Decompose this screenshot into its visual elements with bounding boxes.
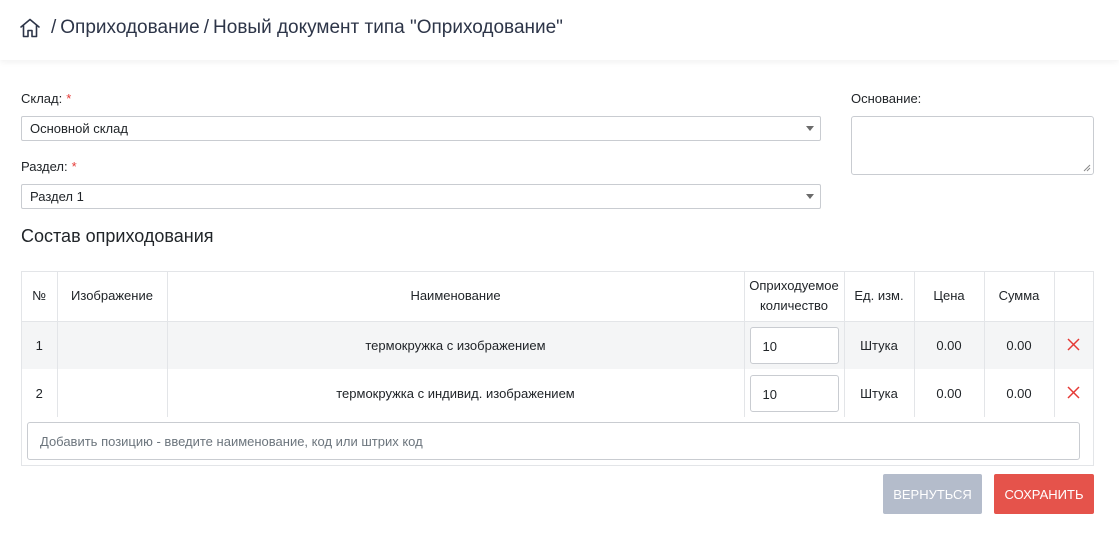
row-sum: 0.00	[984, 321, 1055, 369]
col-sum: Сумма	[984, 272, 1055, 322]
row-name: термокружка с изображением	[167, 321, 745, 369]
section-select[interactable]: Раздел 1	[21, 184, 821, 209]
table-row: 1 термокружка с изображением 10 Штука 0.…	[22, 321, 1093, 369]
row-name: термокружка с индивид. изображением	[167, 369, 745, 417]
warehouse-label-text: Склад:	[21, 91, 63, 106]
row-sum: 0.00	[984, 369, 1055, 417]
row-price: 0.00	[914, 321, 985, 369]
row-image	[57, 369, 168, 417]
top-bar: / Оприходование / Новый документ типа "О…	[0, 0, 1119, 60]
home-icon[interactable]	[19, 17, 41, 39]
row-image	[57, 321, 168, 369]
basis-textarea[interactable]	[851, 116, 1094, 175]
close-icon[interactable]	[1067, 383, 1080, 404]
col-name: Наименование	[167, 272, 745, 322]
col-price: Цена	[914, 272, 985, 322]
quantity-input[interactable]: 10	[749, 326, 839, 364]
breadcrumb-item-current: Новый документ типа "Оприходование"	[213, 17, 563, 38]
row-number: 1	[22, 321, 58, 369]
chevron-down-icon	[806, 126, 814, 131]
col-actions	[1054, 272, 1093, 322]
close-icon[interactable]	[1067, 335, 1080, 356]
warehouse-label: Склад: *	[21, 91, 71, 106]
col-image: Изображение	[57, 272, 168, 322]
row-actions	[1054, 369, 1093, 417]
row-number: 2	[22, 369, 58, 417]
breadcrumb-separator: /	[203, 17, 210, 38]
warehouse-select-value: Основной склад	[30, 121, 128, 136]
basis-label: Основание:	[851, 91, 922, 106]
row-unit: Штука	[844, 369, 915, 417]
save-button[interactable]: СОХРАНИТЬ	[994, 474, 1094, 514]
chevron-down-icon	[806, 194, 814, 199]
row-quantity-cell: 10	[744, 369, 845, 417]
breadcrumb-item-write-on[interactable]: Оприходование	[60, 17, 199, 39]
col-unit: Ед. изм.	[844, 272, 915, 322]
add-position-input[interactable]: Добавить позицию - введите наименование,…	[27, 422, 1080, 460]
row-unit: Штука	[844, 321, 915, 369]
table-header: № Изображение Наименование Оприходуемое …	[22, 272, 1093, 322]
required-mark: *	[71, 159, 77, 174]
col-quantity: Оприходуемое количество	[744, 272, 845, 322]
breadcrumb: / Оприходование / Новый документ типа "О…	[19, 17, 563, 39]
required-mark: *	[66, 91, 72, 106]
resize-handle-icon[interactable]	[1083, 164, 1091, 172]
composition-title: Состав оприходования	[21, 226, 214, 246]
warehouse-select[interactable]: Основной склад	[21, 116, 821, 141]
quantity-input[interactable]: 10	[749, 374, 839, 412]
section-label: Раздел: *	[21, 159, 77, 174]
row-actions	[1054, 321, 1093, 369]
back-button[interactable]: ВЕРНУТЬСЯ	[883, 474, 982, 514]
col-number: №	[22, 272, 58, 322]
items-table: № Изображение Наименование Оприходуемое …	[21, 271, 1094, 466]
row-quantity-cell: 10	[744, 321, 845, 369]
table-row: 2 термокружка с индивид. изображением 10…	[22, 369, 1093, 417]
breadcrumb-separator: /	[51, 17, 57, 38]
section-select-value: Раздел 1	[30, 189, 84, 204]
section-label-text: Раздел:	[21, 159, 68, 174]
row-price: 0.00	[914, 369, 985, 417]
